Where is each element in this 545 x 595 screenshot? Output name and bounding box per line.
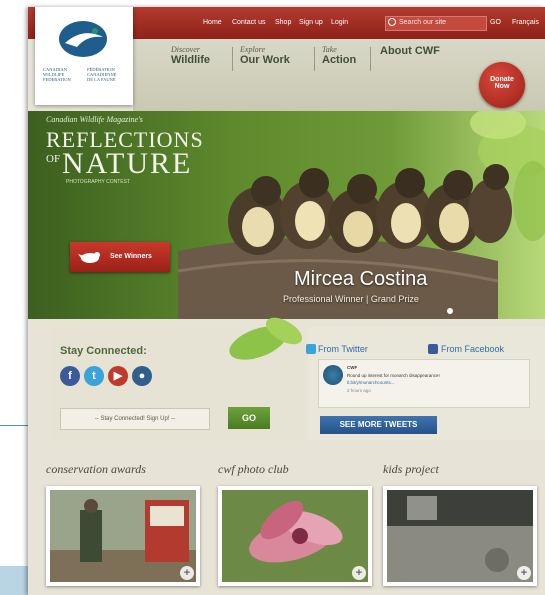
see-more-tweets-button[interactable]: SEE MORE TWEETS — [320, 416, 437, 434]
kids-project-thumbnail[interactable]: + — [383, 486, 537, 586]
hero-title-of: OF — [46, 153, 61, 165]
facebook-feed-title[interactable]: From Facebook — [441, 344, 504, 354]
nav-item-about-cwf[interactable]: About CWF — [380, 45, 440, 57]
tweet-card: CWF Round up interest for monarch disapp… — [318, 359, 530, 408]
tweet-link[interactable]: tl.bit/y/monarchcounts... — [347, 380, 395, 385]
conservation-awards-thumbnail[interactable]: + — [46, 486, 200, 586]
hero-title-nature: NATURE — [62, 147, 193, 180]
donate-label-2: Now — [494, 83, 510, 90]
photo-club-thumbnail[interactable]: + — [218, 486, 372, 586]
facebook-icon[interactable]: f — [60, 366, 80, 386]
nav-item-take-action[interactable]: Take Action — [322, 45, 356, 66]
leaf-decoration — [229, 317, 303, 360]
bird-icon — [78, 252, 100, 263]
top-link-signup[interactable]: Sign up — [299, 19, 323, 26]
expand-icon[interactable]: + — [352, 566, 366, 580]
nav-item-big-label: Wildlife — [171, 54, 211, 66]
hero-winner-title: Professional Winner | Grand Prize — [283, 294, 419, 304]
twitter-icon[interactable]: t — [84, 366, 104, 386]
duckling-group — [228, 164, 512, 255]
see-winners-button[interactable]: See Winners — [70, 242, 170, 272]
expand-icon[interactable]: + — [517, 566, 531, 580]
nav-item-explore-our-work[interactable]: Explore Our Work — [240, 45, 290, 66]
top-link-contact[interactable]: Contact us — [232, 19, 265, 26]
logo-text-en: CANADIAN WILDLIFE FEDERATION — [43, 67, 71, 82]
tweet-text: Round up interest for monarch disappeara… — [347, 373, 440, 378]
nav-divider — [370, 47, 371, 71]
left-margin-tab — [0, 566, 30, 595]
signup-go-button[interactable]: GO — [228, 407, 270, 429]
facebook-icon — [428, 344, 438, 354]
hero-banner[interactable]: Canadian Wildlife Magazine's REFLECTIONS… — [28, 111, 545, 319]
search-icon — [388, 18, 396, 26]
hero-winner-name: Mircea Costina — [294, 268, 428, 290]
donate-label-1: Donate — [490, 76, 514, 83]
top-link-shop[interactable]: Shop — [275, 19, 291, 26]
expand-icon[interactable]: + — [180, 566, 194, 580]
nav-item-big-label: Our Work — [240, 54, 290, 66]
tweet-timestamp: 2 hours ago — [347, 388, 371, 393]
kids-project-photo — [387, 490, 533, 582]
language-link[interactable]: Français — [512, 19, 539, 26]
search-placeholder: Search our site — [399, 19, 447, 26]
top-link-login[interactable]: Login — [331, 19, 348, 26]
hero-magazine-label: Canadian Wildlife Magazine's — [46, 115, 143, 124]
search-go-button[interactable]: GO — [490, 19, 501, 26]
section-title-kids-project[interactable]: kids project — [383, 462, 439, 477]
logo-text-fr: FÉDÉRATION CANADIENNE DE LA FAUNE — [87, 67, 117, 82]
top-link-home[interactable]: Home — [203, 19, 222, 26]
nav-item-small-label: Discover — [171, 45, 200, 54]
nav-item-big-label: Action — [322, 54, 357, 66]
nav-item-small-label: Take — [322, 45, 337, 54]
nav-item-small-label: Explore — [240, 45, 266, 54]
section-title-conservation-awards[interactable]: conservation awards — [46, 462, 146, 477]
loon-logo-icon — [59, 21, 107, 57]
flickr-icon[interactable]: ● — [132, 366, 152, 386]
search-input[interactable]: Search our site — [385, 16, 487, 31]
avatar — [323, 365, 343, 385]
signup-field[interactable]: -- Stay Connected! Sign Up! -- — [60, 408, 210, 430]
carousel-dot[interactable] — [447, 308, 453, 314]
flower-photo — [222, 490, 368, 582]
cwf-logo[interactable]: CANADIAN WILDLIFE FEDERATION FÉDÉRATION … — [35, 7, 133, 105]
webpage: Home Contact us Shop Sign up Login Searc… — [28, 7, 545, 595]
tweet-author[interactable]: CWF — [347, 365, 357, 370]
social-feeds-panel: From Twitter From Facebook CWF Round up … — [306, 327, 545, 440]
nav-item-big-label: About CWF — [380, 45, 440, 57]
see-winners-label: See Winners — [110, 253, 152, 260]
nav-divider — [232, 47, 233, 71]
nav-item-discover-wildlife[interactable]: Discover Wildlife — [171, 45, 210, 66]
nav-divider — [314, 47, 315, 71]
twitter-feed-title[interactable]: From Twitter — [318, 344, 368, 354]
donate-now-button[interactable]: Donate Now — [479, 62, 525, 108]
stay-connected-title: Stay Connected: — [60, 345, 147, 357]
conservation-photo — [50, 490, 196, 582]
hero-subtitle: PHOTOGRAPHY CONTEST — [66, 179, 130, 185]
twitter-icon — [306, 344, 316, 354]
section-title-photo-club[interactable]: cwf photo club — [218, 462, 289, 477]
youtube-icon[interactable]: ▶ — [108, 366, 128, 386]
